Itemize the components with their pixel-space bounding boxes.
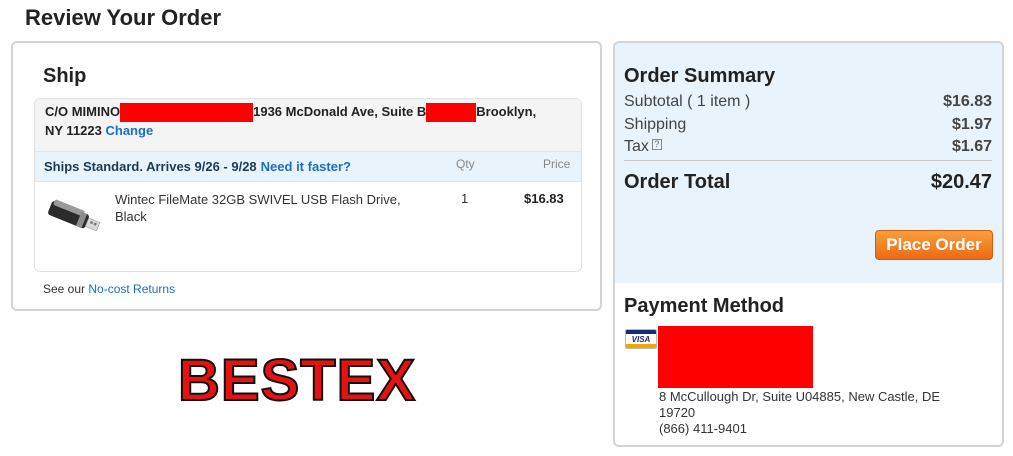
shipping-method-text: Ships Standard. Arrives 9/26 - 9/28 <box>44 159 257 174</box>
bestex-watermark: BESTEX <box>177 348 417 414</box>
returns-note: See our No-cost Returns <box>43 282 175 296</box>
need-faster-link[interactable]: Need it faster? <box>261 159 351 174</box>
shipping-label: Shipping <box>624 116 687 133</box>
page-title: Review Your Order <box>25 5 222 30</box>
tax-row: Tax? $1.67 <box>624 138 992 158</box>
order-summary-panel: Order Summary Subtotal ( 1 item ) $16.83… <box>613 41 1004 447</box>
change-address-link[interactable]: Change <box>106 123 154 138</box>
shipping-address: C/O MIMINO 1936 McDonald Ave, Suite B Broo… <box>35 99 581 152</box>
order-total-row: Order Total $20.47 <box>624 171 992 194</box>
payment-method-title: Payment Method <box>624 295 785 317</box>
no-cost-returns-link[interactable]: No-cost Returns <box>88 282 175 296</box>
order-summary-title: Order Summary <box>624 65 776 87</box>
shipping-method: Ships Standard. Arrives 9/26 - 9/28 Need … <box>44 159 351 174</box>
redacted-block <box>658 326 813 388</box>
billing-address-line2: 19720 <box>659 405 696 420</box>
shipping-row: Shipping $1.97 <box>624 116 992 136</box>
ship-box: C/O MIMINO 1936 McDonald Ave, Suite B Broo… <box>34 98 582 272</box>
tax-label: Tax <box>624 138 649 155</box>
order-total-value: $20.47 <box>930 171 992 193</box>
billing-address: 8 McCullough Dr, Suite U04885, New Castl… <box>659 389 979 437</box>
redacted-block <box>426 103 477 123</box>
shipping-value: $1.97 <box>951 116 992 133</box>
qty-column-header: Qty <box>456 157 475 171</box>
returns-prefix: See our <box>43 282 86 296</box>
item-qty: 1 <box>461 191 469 206</box>
shipping-method-header: Ships Standard. Arrives 9/26 - 9/28 Need … <box>35 152 581 182</box>
subtotal-row: Subtotal ( 1 item ) $16.83 <box>624 93 992 113</box>
order-total-label: Order Total <box>624 171 731 193</box>
billing-phone: (866) 411-9401 <box>659 421 747 436</box>
subtotal-label: Subtotal ( 1 item ) <box>624 93 751 110</box>
summary-divider <box>624 160 992 161</box>
visa-card-icon: VISA <box>625 329 657 349</box>
item-price: $16.83 <box>524 191 564 206</box>
address-city: Brooklyn, <box>476 104 537 119</box>
tax-value: $1.67 <box>951 138 992 155</box>
billing-address-line1: 8 McCullough Dr, Suite U04885, New Castl… <box>659 389 941 404</box>
subtotal-value: $16.83 <box>943 93 992 110</box>
address-name: C/O MIMINO <box>45 104 121 119</box>
place-order-button[interactable]: Place Order <box>875 230 993 260</box>
ship-title: Ship <box>43 65 87 87</box>
redacted-block <box>120 103 254 123</box>
price-column-header: Price <box>543 157 571 171</box>
item-name[interactable]: Wintec FileMate 32GB SWIVEL USB Flash Dr… <box>115 191 425 225</box>
address-line: 1936 McDonald Ave, Suite B <box>253 104 427 119</box>
address-state-zip: NY 11223 <box>45 123 102 139</box>
tax-help-icon[interactable]: ? <box>651 139 662 150</box>
ship-panel: Ship C/O MIMINO 1936 McDonald Ave, Suite … <box>11 41 602 311</box>
order-summary-section: Order Summary Subtotal ( 1 item ) $16.83… <box>615 43 1002 283</box>
usb-drive-image <box>48 199 101 232</box>
